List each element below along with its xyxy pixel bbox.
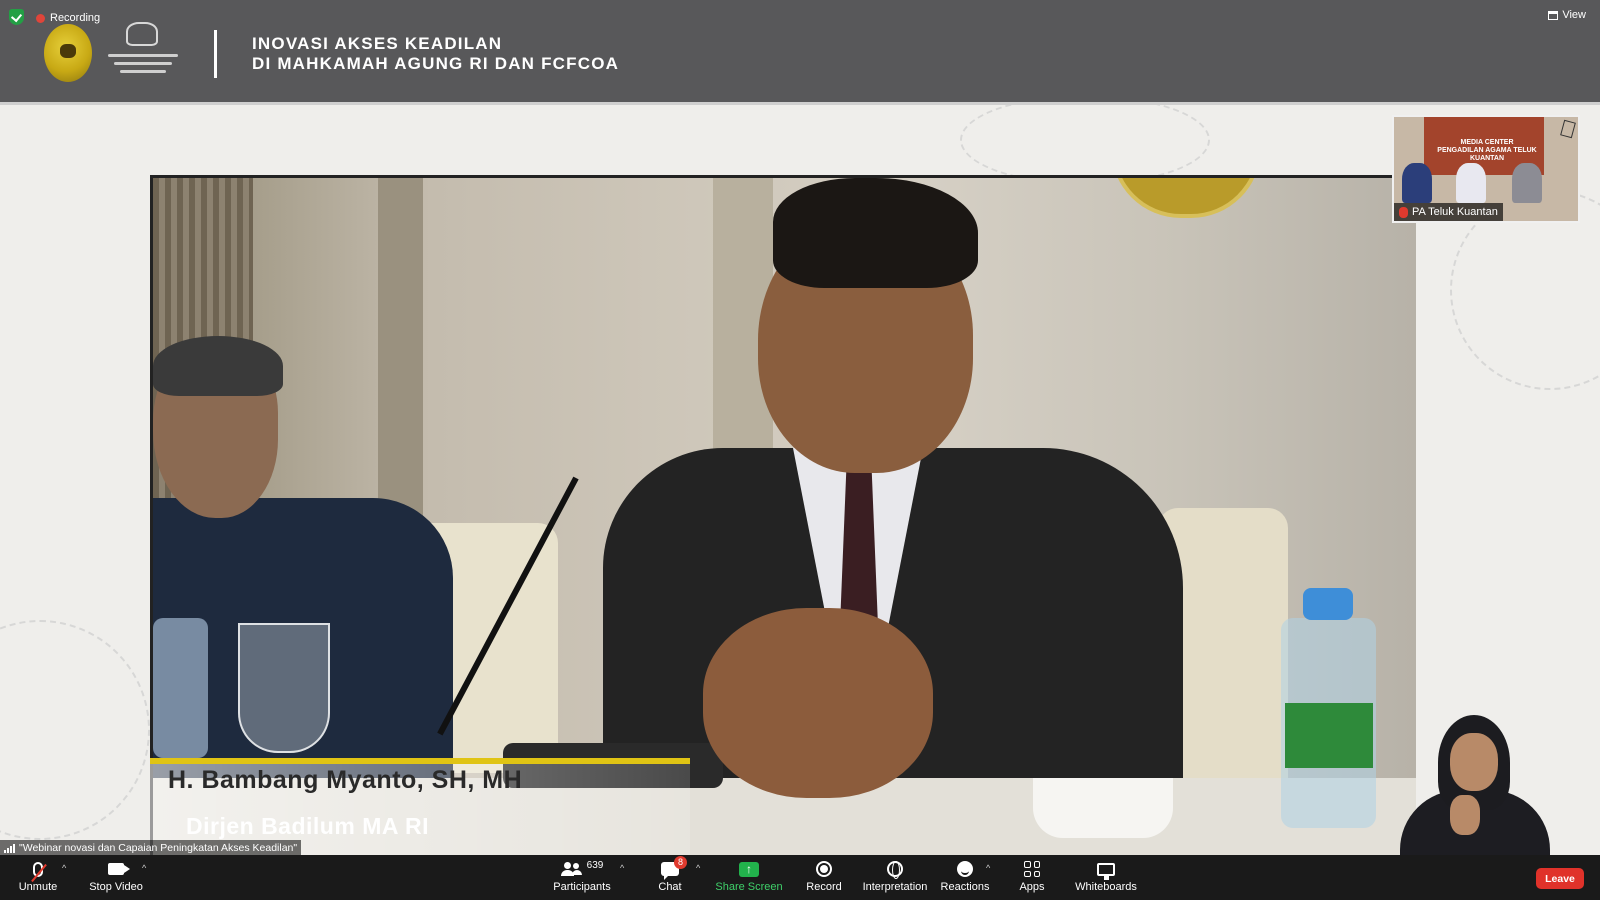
speaker-hair [773, 178, 978, 288]
record-icon [816, 861, 832, 877]
meeting-topic-bar: "Webinar novasi dan Capaian Peningkatan … [0, 840, 302, 855]
chat-label: Chat [658, 881, 682, 893]
participant-name: PA Teluk Kuantan [1412, 206, 1498, 218]
coffee-cup [1033, 778, 1173, 838]
backdrop-text-line2: PENGADILAN AGAMA TELUK KUANTAN [1437, 147, 1537, 162]
backdrop-text-line1: MEDIA CENTER [1460, 139, 1514, 146]
federal-circuit-court-logo [108, 22, 178, 82]
participants-label: Participants [553, 881, 611, 893]
speaker-hands [703, 608, 933, 798]
participants-options-caret[interactable]: ^ [620, 863, 624, 873]
wall-seal [1111, 178, 1261, 218]
participant-thumbnail[interactable]: MEDIA CENTER PENGADILAN AGAMA TELUK KUAN… [1392, 115, 1580, 223]
speaker-role: Dirjen Badilum MA RI [186, 813, 429, 839]
bottle-label [1285, 703, 1373, 768]
audio-options-caret[interactable]: ^ [62, 863, 66, 873]
stop-video-label: Stop Video [89, 881, 143, 893]
share-screen-label: Share Screen [715, 881, 783, 893]
participants-icon [560, 862, 582, 876]
mandala-decoration [0, 620, 150, 840]
expand-icon[interactable] [1560, 119, 1576, 139]
banner-title-line2: DI MAHKAMAH AGUNG RI DAN FCFCOA [252, 54, 620, 73]
reactions-label: Reactions [940, 881, 990, 893]
whiteboards-button[interactable]: Whiteboards [1075, 858, 1137, 898]
participant-left-hair [153, 336, 283, 396]
leave-button[interactable]: Leave [1536, 868, 1584, 889]
thumbnail-person [1456, 163, 1486, 203]
backdrop-text: MEDIA CENTER PENGADILAN AGAMA TELUK KUAN… [1432, 139, 1542, 163]
shield-icon[interactable] [9, 9, 24, 25]
apps-label: Apps [1019, 881, 1045, 893]
whiteboards-label: Whiteboards [1075, 881, 1137, 893]
signal-icon [4, 843, 15, 853]
recording-label: Recording [50, 12, 101, 24]
unmute-button[interactable]: Unmute [18, 858, 58, 898]
record-label: Record [806, 881, 842, 893]
speaker-video [150, 175, 1416, 855]
chat-badge: 8 [674, 856, 687, 869]
recording-dot-icon [36, 13, 45, 23]
video-camera-icon [108, 863, 130, 875]
sign-language-interpreter [1400, 715, 1550, 855]
recording-indicator[interactable]: Recording [36, 9, 100, 27]
mic-muted-icon [31, 861, 47, 882]
participants-button[interactable]: 639 Participants [552, 858, 612, 898]
mahkamah-agung-logo [44, 24, 92, 82]
mic-muted-icon [1399, 206, 1408, 218]
view-button[interactable]: View [1548, 9, 1586, 21]
speaker-name: H. Bambang Myanto, SH, MH [168, 766, 523, 794]
mandala-decoration [960, 95, 1210, 185]
thumbnail-name-tag: PA Teluk Kuantan [1394, 203, 1503, 221]
chat-button[interactable]: 8 Chat [658, 856, 687, 898]
share-screen-icon: ↑ [739, 861, 759, 877]
banner-divider [214, 30, 217, 78]
chat-icon: 8 [661, 856, 687, 880]
globe-icon [887, 861, 903, 879]
reactions-button[interactable]: Reactions [940, 858, 990, 898]
whiteboard-icon [1097, 862, 1115, 880]
reactions-icon [957, 861, 973, 877]
chat-options-caret[interactable]: ^ [696, 863, 700, 873]
apps-icon [1024, 861, 1040, 877]
thumbnail-person [1402, 163, 1432, 203]
view-grid-icon [1548, 10, 1559, 20]
reactions-options-caret[interactable]: ^ [986, 863, 990, 873]
participants-count: 639 [586, 859, 604, 871]
meeting-stage: INOVASI AKSES KEADILAN DI MAHKAMAH AGUNG… [0, 0, 1600, 855]
slide-banner: INOVASI AKSES KEADILAN DI MAHKAMAH AGUNG… [0, 0, 1600, 105]
banner-title-line1: INOVASI AKSES KEADILAN [252, 34, 503, 53]
video-options-caret[interactable]: ^ [142, 863, 146, 873]
apps-button[interactable]: Apps [1018, 858, 1046, 898]
water-glass [238, 623, 330, 753]
meeting-topic: "Webinar novasi dan Capaian Peningkatan … [19, 841, 298, 854]
meeting-toolbar: Unmute ^ Stop Video ^ 639 Participants ^… [0, 855, 1600, 900]
record-button[interactable]: Record [806, 858, 842, 898]
banner-title: INOVASI AKSES KEADILAN DI MAHKAMAH AGUNG… [252, 34, 619, 74]
view-label: View [1562, 9, 1586, 21]
thumbnail-person [1512, 163, 1542, 203]
interpretation-button[interactable]: Interpretation [862, 858, 928, 898]
share-screen-button[interactable]: ↑ Share Screen [715, 858, 783, 898]
stop-video-button[interactable]: Stop Video [89, 858, 143, 898]
water-bottle [153, 618, 208, 758]
interpretation-label: Interpretation [862, 881, 928, 893]
unmute-label: Unmute [18, 881, 58, 893]
